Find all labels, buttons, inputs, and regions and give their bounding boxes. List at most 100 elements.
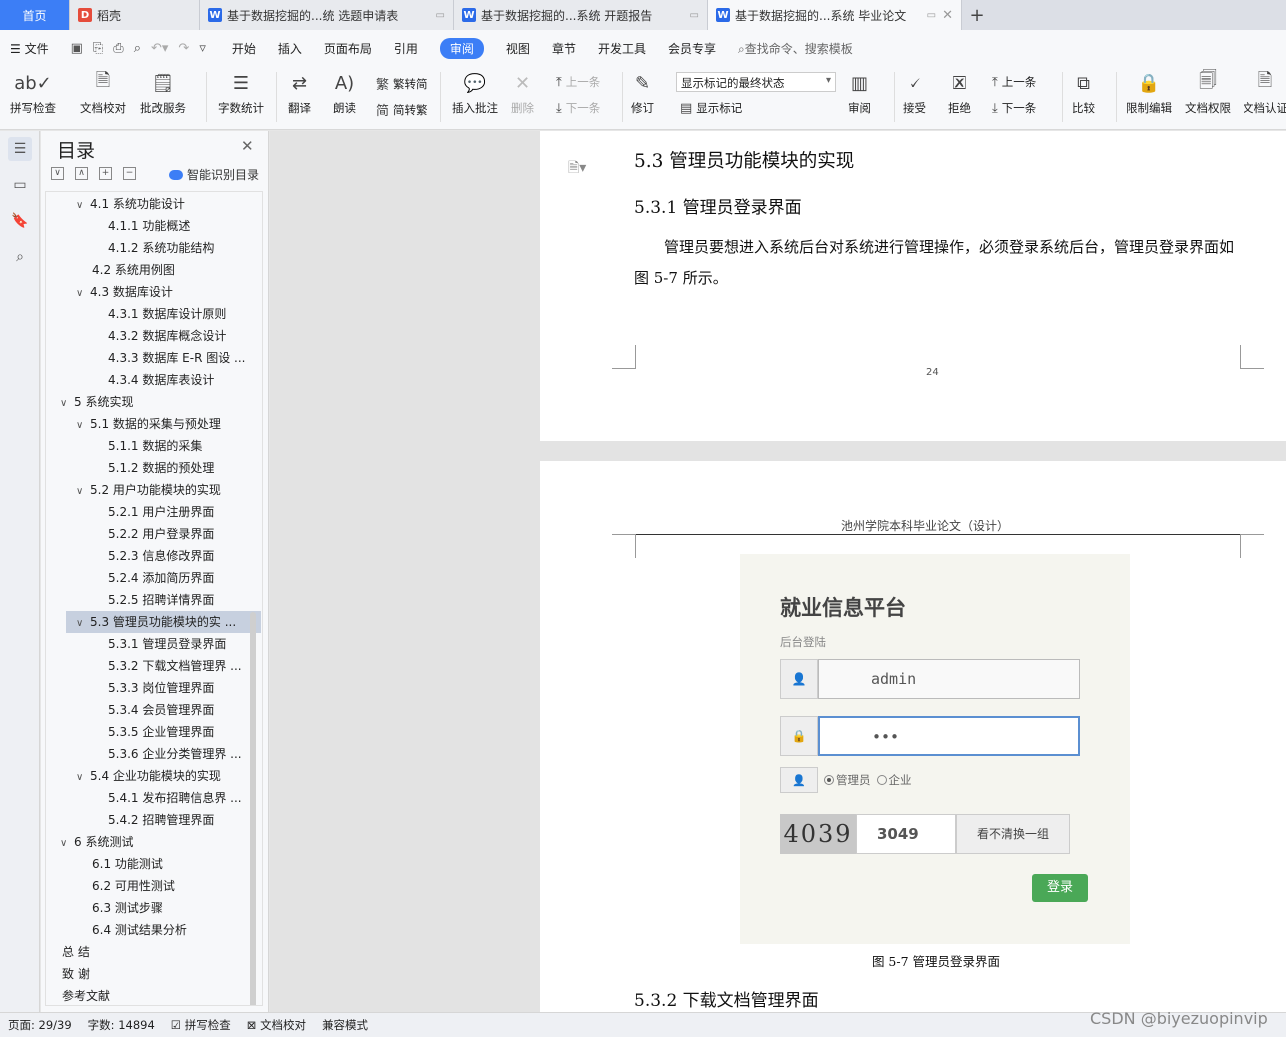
menu-layout[interactable]: 页面布局 bbox=[324, 40, 372, 57]
command-search[interactable]: ⌕查找命令、搜索模板 bbox=[738, 40, 853, 57]
smart-toc-button[interactable]: 智能识别目录 bbox=[169, 166, 259, 183]
menu-references[interactable]: 引用 bbox=[394, 40, 418, 57]
prev-change-button[interactable]: ⤒ 上一条 bbox=[992, 74, 1036, 90]
toc-item[interactable]: ∨ 5.3 管理员功能模块的实 ... bbox=[66, 611, 261, 633]
print-icon[interactable]: ⎙ bbox=[113, 41, 123, 56]
export-icon[interactable]: ⎘ bbox=[93, 41, 103, 56]
toc-item[interactable]: ∨ 4.1 系统功能设计 bbox=[76, 193, 262, 215]
menu-developer[interactable]: 开发工具 bbox=[598, 40, 646, 57]
close-tab-icon[interactable]: ✕ bbox=[942, 8, 953, 23]
toc-item[interactable]: 4.1.1 功能概述 bbox=[108, 215, 262, 237]
toc-item[interactable]: 5.3.5 企业管理界面 bbox=[108, 721, 262, 743]
toc-item[interactable]: ∨ 4.3 数据库设计 bbox=[76, 281, 262, 303]
spell-check-button[interactable]: ab✓ 拼写检查 bbox=[10, 70, 56, 116]
track-changes-button[interactable]: ✎ 修订 bbox=[631, 70, 654, 116]
delete-comment-button[interactable]: ✕ 删除 bbox=[511, 70, 534, 116]
toc-item[interactable]: 5.3.3 岗位管理界面 bbox=[108, 677, 262, 699]
tab-dock[interactable]: D 稻壳 bbox=[70, 0, 200, 30]
toc-item[interactable]: 致 谢 bbox=[62, 963, 252, 985]
doc-auth-button[interactable]: 🗎 文档认证 bbox=[1244, 70, 1286, 116]
toc-item[interactable]: 5.2.1 用户注册界面 bbox=[108, 501, 262, 523]
page-indicator[interactable]: 页面: 29/39 bbox=[8, 1017, 72, 1033]
toc-item[interactable]: 6.2 可用性测试 bbox=[92, 875, 262, 897]
toc-item[interactable]: ∨ 5.1 数据的采集与预处理 bbox=[76, 413, 262, 435]
toc-item[interactable]: 4.1.2 系统功能结构 bbox=[108, 237, 262, 259]
chevron-down-icon[interactable]: ∨ bbox=[60, 833, 74, 853]
remove-level-icon[interactable]: − bbox=[123, 167, 136, 180]
find-icon[interactable]: ⌕ bbox=[8, 245, 32, 269]
toc-item[interactable]: 5.1.2 数据的预处理 bbox=[108, 457, 262, 479]
close-icon[interactable]: ✕ bbox=[241, 137, 254, 155]
chevron-down-icon[interactable]: ∨ bbox=[76, 195, 90, 215]
menu-member[interactable]: 会员专享 bbox=[668, 40, 716, 57]
toc-item[interactable]: 5.3.1 管理员登录界面 bbox=[108, 633, 262, 655]
collapse-all-icon[interactable]: ∨ bbox=[51, 167, 64, 180]
simp-to-trad-button[interactable]: 简简转繁 bbox=[376, 100, 428, 120]
tab-doc-report[interactable]: W 基于数据挖掘的...系统 开题报告 ▭ bbox=[454, 0, 708, 30]
toc-item[interactable]: 5.4.2 招聘管理界面 bbox=[108, 809, 262, 831]
expand-up-icon[interactable]: ∧ bbox=[75, 167, 88, 180]
toc-scrollbar[interactable] bbox=[250, 612, 256, 1005]
redo-icon[interactable]: ↷ bbox=[178, 41, 189, 56]
proofread-status[interactable]: ⊠ 文档校对 bbox=[247, 1017, 306, 1033]
toc-item[interactable]: 6.4 测试结果分析 bbox=[92, 919, 262, 941]
translate-button[interactable]: ⇄ 翻译 bbox=[288, 70, 311, 116]
chevron-down-icon[interactable]: ∨ bbox=[60, 393, 74, 413]
insert-comment-button[interactable]: 💬 插入批注 bbox=[452, 70, 498, 116]
word-count-status[interactable]: 字数: 14894 bbox=[88, 1017, 155, 1033]
menu-section[interactable]: 章节 bbox=[552, 40, 576, 57]
toc-item[interactable]: 总 结 bbox=[62, 941, 252, 963]
prev-comment-button[interactable]: ⤒ 上一条 bbox=[556, 74, 600, 90]
tab-home[interactable]: 首页 bbox=[0, 0, 70, 30]
preview-icon[interactable]: ⌕ bbox=[134, 41, 141, 56]
show-markup-button[interactable]: ▤ 显示标记 bbox=[680, 100, 742, 116]
toc-item[interactable]: 5.3.4 会员管理界面 bbox=[108, 699, 262, 721]
toc-item[interactable]: 5.3.6 企业分类管理界 ... bbox=[108, 743, 262, 765]
toc-item[interactable]: 4.2 系统用例图 bbox=[92, 259, 262, 281]
chevron-down-icon[interactable]: ∨ bbox=[76, 767, 90, 787]
chevron-down-icon[interactable]: ∨ bbox=[76, 415, 90, 435]
accept-button[interactable]: 🗸 接受 bbox=[903, 70, 926, 116]
undo-icon[interactable]: ↶▾ bbox=[151, 41, 168, 56]
more-icon[interactable]: ▿ bbox=[199, 41, 206, 56]
login-screenshot-figure[interactable]: 就业信息平台 后台登陆 👤 admin 🔒 ••• 👤 管理员 企业 4039 bbox=[740, 554, 1130, 944]
next-comment-button[interactable]: ⤓ 下一条 bbox=[556, 100, 600, 116]
chevron-down-icon[interactable]: ∨ bbox=[76, 613, 90, 633]
next-change-button[interactable]: ⤓ 下一条 bbox=[992, 100, 1036, 116]
toc-item[interactable]: 4.3.4 数据库表设计 bbox=[108, 369, 262, 391]
review-service-button[interactable]: 🗒 批改服务 bbox=[140, 70, 186, 116]
read-aloud-button[interactable]: A) 朗读 bbox=[333, 70, 356, 116]
tab-doc-proposal[interactable]: W 基于数据挖掘的...统 选题申请表 ▭ bbox=[200, 0, 454, 30]
toc-item[interactable]: 5.2.5 招聘详情界面 bbox=[108, 589, 262, 611]
menu-review[interactable]: 审阅 bbox=[439, 37, 484, 59]
add-level-icon[interactable]: + bbox=[99, 167, 112, 180]
toc-item[interactable]: 5.2.3 信息修改界面 bbox=[108, 545, 262, 567]
save-icon[interactable]: ▣ bbox=[71, 41, 83, 56]
toc-item[interactable]: 6.3 测试步骤 bbox=[92, 897, 262, 919]
navigation-icon[interactable]: ▭ bbox=[8, 173, 32, 197]
toc-item[interactable]: 5.4.1 发布招聘信息界 ... bbox=[108, 787, 262, 809]
reject-button[interactable]: 🗷 拒绝 bbox=[948, 70, 971, 116]
menu-start[interactable]: 开始 bbox=[232, 40, 256, 57]
toc-item[interactable]: 5.2.4 添加简历界面 bbox=[108, 567, 262, 589]
review-pane-button[interactable]: ▥ 审阅 bbox=[848, 70, 871, 116]
doc-permission-button[interactable]: 🗐 文档权限 bbox=[1185, 70, 1231, 116]
chevron-down-icon[interactable]: ∨ bbox=[76, 481, 90, 501]
toc-item[interactable]: 参考文献 bbox=[62, 985, 252, 1005]
menu-view[interactable]: 视图 bbox=[506, 40, 530, 57]
word-count-button[interactable]: ☰ 字数统计 bbox=[218, 70, 264, 116]
trad-to-simp-button[interactable]: 繁繁转简 bbox=[376, 74, 428, 94]
file-menu[interactable]: ☰ 文件 bbox=[10, 40, 49, 57]
toc-item[interactable]: ∨ 5.4 企业功能模块的实现 bbox=[76, 765, 262, 787]
spell-check-status[interactable]: ☑ 拼写检查 bbox=[171, 1017, 231, 1033]
toc-item[interactable]: 4.3.1 数据库设计原则 bbox=[108, 303, 262, 325]
tab-doc-thesis[interactable]: W 基于数据挖掘的...系统 毕业论文 ▭ ✕ bbox=[708, 0, 962, 30]
toc-item[interactable]: 4.3.3 数据库 E-R 图设 ... bbox=[108, 347, 262, 369]
new-tab-plus-icon[interactable]: + bbox=[962, 0, 992, 30]
restrict-edit-button[interactable]: 🔒 限制编辑 bbox=[1126, 70, 1172, 116]
proofread-button[interactable]: 🗎 文档校对 bbox=[80, 70, 126, 116]
toc-item[interactable]: 5.1.1 数据的采集 bbox=[108, 435, 262, 457]
toc-item[interactable]: 4.3.2 数据库概念设计 bbox=[108, 325, 262, 347]
toc-item[interactable]: ∨ 5 系统实现 bbox=[60, 391, 250, 413]
toc-item[interactable]: 6.1 功能测试 bbox=[92, 853, 262, 875]
